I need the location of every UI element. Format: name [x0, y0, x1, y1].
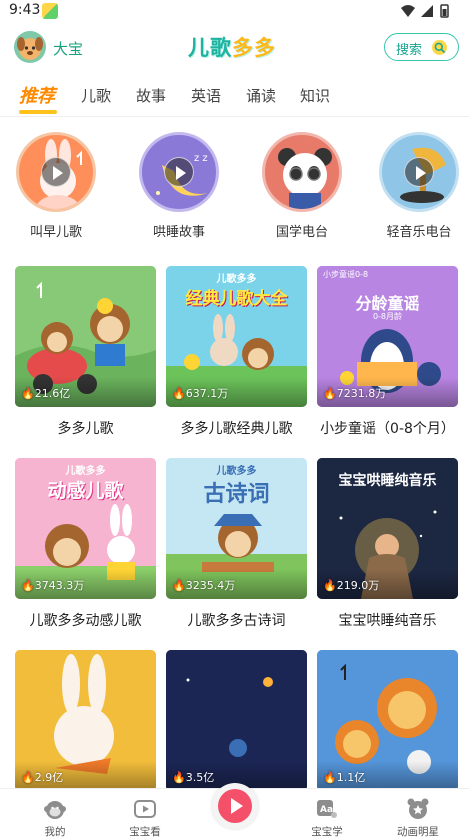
- panda-icon: [278, 148, 332, 209]
- nav-mine[interactable]: 我的: [15, 789, 95, 839]
- album-card[interactable]: 宝宝哄睡纯音乐 🔥219.0万 宝宝哄睡纯音乐: [317, 458, 458, 638]
- tab-recitation[interactable]: 诵读: [246, 85, 276, 106]
- cover-main-text: 宝宝哄睡纯音乐: [338, 473, 437, 489]
- morning-songs-cover: [16, 132, 96, 212]
- nav-label: 动画明星: [397, 826, 439, 838]
- cover-top-text: 儿歌多多: [216, 274, 257, 285]
- nav-baby-learn[interactable]: Aa 宝宝学: [287, 789, 367, 839]
- album-card[interactable]: 儿歌多多 古诗词 🔥3235.4万 儿歌多多古诗词: [166, 458, 307, 638]
- play-icon: [404, 157, 434, 187]
- album-cover: 小步童谣0-8 分龄童谣 0-8月龄 🔥7231.8万: [317, 266, 458, 407]
- search-icon: [432, 40, 447, 55]
- app-logo: 儿歌多多: [188, 32, 276, 62]
- play-count: 🔥637.1万: [172, 387, 229, 400]
- play-count: 🔥3235.4万: [172, 579, 236, 592]
- play-icon: [164, 157, 194, 187]
- active-tab-indicator: [19, 110, 57, 114]
- nav-cartoon-stars[interactable]: 动画明星: [378, 789, 458, 839]
- app-header: 大宝 儿歌多多 搜索: [0, 28, 469, 68]
- album-title: 多多儿歌: [57, 421, 114, 437]
- play-count: 🔥1.1亿: [323, 771, 366, 784]
- entry-label: 国学电台: [275, 225, 328, 240]
- search-button[interactable]: 搜索: [384, 33, 459, 61]
- svg-text:z z: z z: [194, 153, 208, 164]
- cover-main-text: 经典儿歌大全: [185, 289, 288, 309]
- bottom-navigation: 我的 宝宝看 Aa 宝宝学 动画明星: [0, 783, 469, 839]
- tab-knowledge[interactable]: 知识: [300, 85, 330, 106]
- entry-morning-songs[interactable]: 叫早儿歌: [14, 130, 98, 245]
- nav-label: 我的: [44, 826, 66, 838]
- svg-text:Aa: Aa: [320, 805, 333, 815]
- entry-light-music-radio[interactable]: 轻音乐电台: [377, 130, 461, 245]
- tab-stories[interactable]: 故事: [136, 85, 166, 106]
- album-card[interactable]: 🔥21.6亿 多多儿歌: [15, 266, 156, 446]
- play-count: 🔥219.0万: [323, 579, 380, 592]
- bear-star-icon: [407, 798, 429, 819]
- album-cover: 儿歌多多 古诗词 🔥3235.4万: [166, 458, 307, 599]
- cover-main-text: 动感儿歌: [47, 480, 124, 502]
- entry-bedtime-stories[interactable]: z z 哄睡故事: [137, 130, 221, 245]
- album-title: 宝宝哄睡纯音乐: [338, 613, 437, 629]
- album-card[interactable]: 儿歌多多 经典儿歌大全 🔥637.1万 多多儿歌经典儿歌: [166, 266, 307, 446]
- logo-part-2: 多多: [232, 36, 276, 60]
- status-bar: 9:43: [0, 0, 469, 24]
- album-title: 多多儿歌经典儿歌: [180, 421, 293, 437]
- album-cover: 🔥21.6亿: [15, 266, 156, 407]
- avatar[interactable]: [14, 31, 46, 63]
- signal-icon: [421, 5, 433, 17]
- play-count: 🔥21.6亿: [21, 387, 71, 400]
- play-count: 🔥2.9亿: [21, 771, 64, 784]
- cover-main-text: 古诗词: [203, 482, 270, 507]
- album-title: 小步童谣（0-8个月）: [320, 421, 455, 437]
- album-cover: 宝宝哄睡纯音乐 🔥219.0万: [317, 458, 458, 599]
- album-cover: 🔥1.1亿: [317, 650, 458, 791]
- play-count: 🔥3743.3万: [21, 579, 85, 592]
- category-tabs: 推荐 儿歌 故事 英语 诵读 知识: [0, 80, 469, 114]
- album-card[interactable]: 小步童谣0-8 分龄童谣 0-8月龄 🔥7231.8万 小步童谣（0-8个月）: [317, 266, 458, 446]
- bedtime-stories-cover: z z: [139, 132, 219, 212]
- nav-baby-watch[interactable]: 宝宝看: [105, 789, 185, 839]
- monkey-face-icon: [44, 801, 66, 819]
- tab-songs[interactable]: 儿歌: [81, 85, 111, 106]
- album-cover: 🔥3.5亿: [166, 650, 307, 791]
- cover-top-text: 儿歌多多: [216, 466, 257, 477]
- album-cover: 儿歌多多 经典儿歌大全 🔥637.1万: [166, 266, 307, 407]
- album-title: 儿歌多多古诗词: [187, 613, 286, 629]
- tab-recommend[interactable]: 推荐: [19, 82, 55, 108]
- entry-label: 轻音乐电台: [386, 225, 452, 240]
- abc-book-icon: Aa: [317, 800, 337, 818]
- app-notification-icon: [42, 3, 58, 19]
- play-icon: [41, 157, 71, 187]
- logo-part-1: 儿歌: [188, 36, 232, 60]
- play-icon: [218, 789, 252, 823]
- tabs-divider: [0, 116, 469, 117]
- quick-entries: 叫早儿歌 z z 哄睡故事 国学电台 轻音乐电台: [0, 130, 469, 245]
- status-icons: [401, 4, 449, 18]
- tv-play-icon: [134, 800, 156, 818]
- tab-english[interactable]: 英语: [191, 85, 221, 106]
- album-cover: 儿歌多多 动感儿歌 🔥3743.3万: [15, 458, 156, 599]
- username[interactable]: 大宝: [53, 38, 83, 59]
- entry-label: 叫早儿歌: [29, 225, 82, 240]
- now-playing-button[interactable]: [212, 783, 258, 829]
- nav-label: 宝宝学: [311, 826, 343, 838]
- classics-radio-cover: [262, 132, 342, 212]
- play-count: 🔥3.5亿: [172, 771, 215, 784]
- entry-classics-radio[interactable]: 国学电台: [260, 130, 344, 245]
- nav-label: 宝宝看: [129, 826, 161, 838]
- album-cover: 🔥2.9亿: [15, 650, 156, 791]
- entry-label: 哄睡故事: [152, 225, 205, 240]
- dog-avatar-icon: [17, 37, 43, 60]
- light-music-cover: [379, 132, 459, 212]
- album-card[interactable]: 儿歌多多 动感儿歌 🔥3743.3万 儿歌多多动感儿歌: [15, 458, 156, 638]
- cover-top-text: 小步童谣0-8: [323, 270, 369, 279]
- play-count: 🔥7231.8万: [323, 387, 387, 400]
- cover-sub-text: 0-8月龄: [372, 312, 403, 321]
- album-title: 儿歌多多动感儿歌: [29, 613, 142, 629]
- cover-top-text: 儿歌多多: [65, 466, 106, 477]
- wifi-icon: [401, 5, 415, 17]
- search-label: 搜索: [396, 43, 423, 58]
- status-time: 9:43: [9, 2, 41, 18]
